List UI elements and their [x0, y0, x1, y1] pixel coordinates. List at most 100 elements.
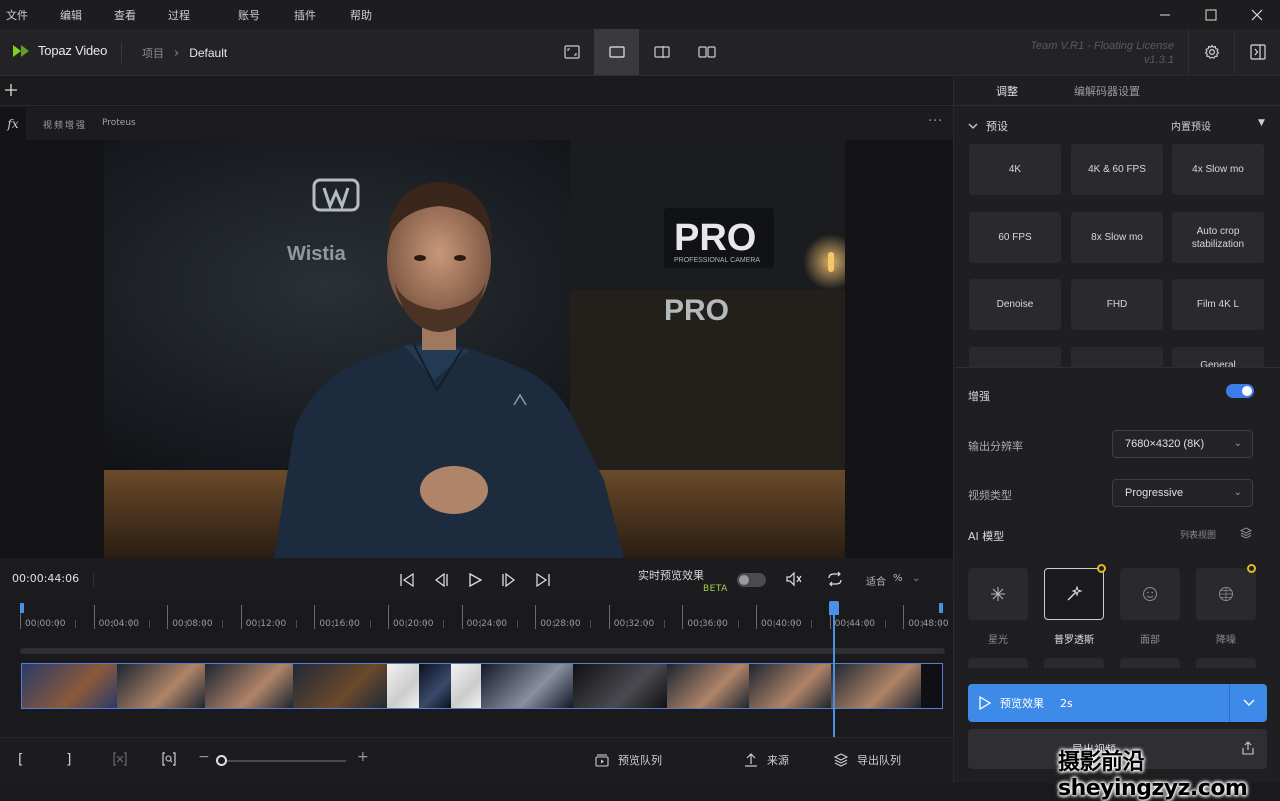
output-resolution-select[interactable]: 7680×4320 (8K) ⌄ — [1112, 430, 1253, 458]
menu-file[interactable]: 文件 — [6, 7, 28, 23]
view-single-button[interactable] — [594, 29, 639, 75]
next-frame-button[interactable] — [498, 569, 520, 591]
tab-codec-settings[interactable]: 编解码器设置 — [1074, 83, 1140, 99]
preset-4k-60fps[interactable]: 4K & 60 FPS — [1071, 144, 1163, 195]
clip-thumbnail — [749, 664, 831, 708]
menu-edit[interactable]: 编辑 — [60, 7, 82, 23]
preview-label: 预览效果 — [1000, 697, 1044, 710]
breadcrumb-project[interactable]: 项目 — [142, 45, 164, 61]
menu-help[interactable]: 帮助 — [350, 7, 372, 23]
zoom-unit: % — [893, 573, 903, 584]
preset-auto-crop[interactable]: Auto crop stabilization — [1172, 212, 1264, 263]
preset-film-4k[interactable]: Film 4K L — [1172, 279, 1264, 330]
preview-button[interactable]: 预览效果 2s — [968, 684, 1267, 722]
chevron-down-icon[interactable]: ⌄ — [912, 573, 920, 584]
model-card-partial[interactable] — [1120, 658, 1180, 668]
clip-thumbnail-strip[interactable] — [21, 663, 943, 709]
playhead[interactable] — [829, 601, 839, 737]
zoom-to-fit-button[interactable] — [161, 751, 177, 767]
in-point-marker[interactable] — [20, 603, 24, 613]
preset-60fps[interactable]: 60 FPS — [969, 212, 1061, 263]
preview-queue-button[interactable]: 预览队列 — [594, 752, 662, 768]
out-point-marker[interactable] — [939, 603, 943, 613]
view-fullscreen-button[interactable] — [549, 29, 594, 75]
timeline[interactable]: 00:00:00 00:04:00 00:08:00 00:12:00 00:16:00… — [0, 601, 953, 737]
preset-general[interactable]: General — [1172, 347, 1264, 367]
preview-options-button[interactable] — [1229, 684, 1267, 722]
enhance-toggle[interactable] — [1226, 384, 1254, 398]
ruler-minor-tick — [222, 620, 224, 628]
view-side-by-side-button[interactable] — [684, 29, 729, 75]
menu-plugins[interactable]: 插件 — [294, 7, 316, 23]
playback-bar: 00:00:44:06 实时预览效果 BETA 适合 % ⌄ — [0, 558, 953, 601]
ruler-minor-tick — [848, 620, 849, 628]
timeline-zoom-slider[interactable] — [216, 760, 346, 762]
model-card-partial[interactable] — [1196, 658, 1256, 668]
minimize-button[interactable] — [1142, 0, 1188, 29]
realtime-preview-toggle[interactable] — [737, 573, 766, 587]
app-header: Topaz Video 项目 › Default Team V.R1 - Flo… — [0, 29, 1280, 76]
export-queue-button[interactable]: 导出队列 — [833, 752, 901, 768]
tab-adjust[interactable]: 调整 — [996, 83, 1018, 99]
skip-to-start-button[interactable] — [396, 569, 418, 591]
chevron-down-icon: ⌄ — [1233, 487, 1242, 498]
clear-in-out-button[interactable] — [112, 751, 128, 767]
previous-frame-button[interactable] — [430, 569, 452, 591]
video-preview[interactable]: Wistia PRO PROFESSIONAL CAMERA PRO — [104, 140, 845, 558]
ruler-minor-tick — [38, 620, 40, 628]
more-options-button[interactable]: ··· — [928, 114, 943, 129]
loop-button[interactable] — [826, 570, 844, 588]
model-card-partial[interactable] — [968, 658, 1028, 668]
filter-name[interactable]: 视频增强 — [43, 118, 87, 131]
fx-icon[interactable]: fx — [0, 107, 26, 140]
watermark: 摄影前沿 sheyingzyz.com — [1058, 750, 1248, 801]
enhance-label: 增强 — [968, 390, 990, 403]
zoom-in-button[interactable]: + — [357, 749, 369, 765]
model-starlight[interactable] — [968, 568, 1028, 620]
preset-8x-slow-mo[interactable]: 8x Slow mo — [1071, 212, 1163, 263]
ruler-minor-tick — [700, 620, 702, 628]
model-proteus[interactable] — [1044, 568, 1104, 620]
presets-header[interactable]: 预设 — [968, 118, 1008, 134]
video-type-select[interactable]: Progressive ⌄ — [1112, 479, 1253, 507]
close-button[interactable] — [1234, 0, 1280, 29]
model-face[interactable] — [1120, 568, 1180, 620]
menu-view[interactable]: 查看 — [114, 7, 136, 23]
zoom-slider-knob[interactable] — [216, 755, 227, 766]
model-denoise[interactable] — [1196, 568, 1256, 620]
zoom-out-button[interactable]: − — [198, 749, 210, 765]
timeline-scrollbar[interactable] — [20, 648, 945, 654]
caret-down-icon[interactable]: ▼ — [1258, 118, 1265, 128]
toggle-panel-button[interactable] — [1234, 29, 1280, 75]
menu-process[interactable]: 过程 — [168, 7, 190, 23]
model-card-partial[interactable] — [1044, 658, 1104, 668]
preset-4k[interactable]: 4K — [969, 144, 1061, 195]
set-in-point-button[interactable]: [ — [18, 752, 23, 768]
preset-denoise[interactable]: Denoise — [969, 279, 1061, 330]
preset-fhd[interactable]: FHD — [1071, 279, 1163, 330]
app-name: Topaz Video — [38, 43, 108, 58]
add-clip-button[interactable] — [4, 83, 18, 97]
timeline-ruler[interactable]: 00:00:00 00:04:00 00:08:00 00:12:00 00:16:00… — [20, 601, 949, 633]
preset-source-select[interactable]: 内置预设 — [1171, 118, 1211, 133]
zoom-fit-label[interactable]: 适合 — [866, 573, 886, 588]
settings-button[interactable] — [1188, 29, 1234, 75]
set-out-point-button[interactable]: ] — [66, 752, 71, 768]
settings-panel: 调整 编解码器设置 预设 内置预设 ▼ 4K 4K & 60 FPS 4x Sl… — [953, 77, 1280, 783]
play-button[interactable] — [464, 569, 486, 591]
mute-button[interactable] — [785, 570, 803, 588]
preset-card[interactable] — [969, 347, 1061, 367]
preset-4x-slow-mo[interactable]: 4x Slow mo — [1172, 144, 1264, 195]
ruler-tick-label: 00:20:00 — [393, 619, 434, 629]
source-button[interactable]: 来源 — [743, 752, 789, 768]
presets-label: 预设 — [986, 120, 1008, 133]
preset-card[interactable] — [1071, 347, 1163, 367]
ruler-tick-label: 00:44:00 — [834, 619, 876, 629]
layers-icon[interactable] — [1239, 526, 1253, 540]
list-view-toggle[interactable]: 列表视图 — [1180, 528, 1216, 541]
maximize-button[interactable] — [1188, 0, 1234, 29]
skip-to-end-button[interactable] — [532, 569, 554, 591]
menu-account[interactable]: 账号 — [238, 7, 260, 23]
view-split-button[interactable] — [639, 29, 684, 75]
clip-thumbnail — [573, 664, 667, 708]
